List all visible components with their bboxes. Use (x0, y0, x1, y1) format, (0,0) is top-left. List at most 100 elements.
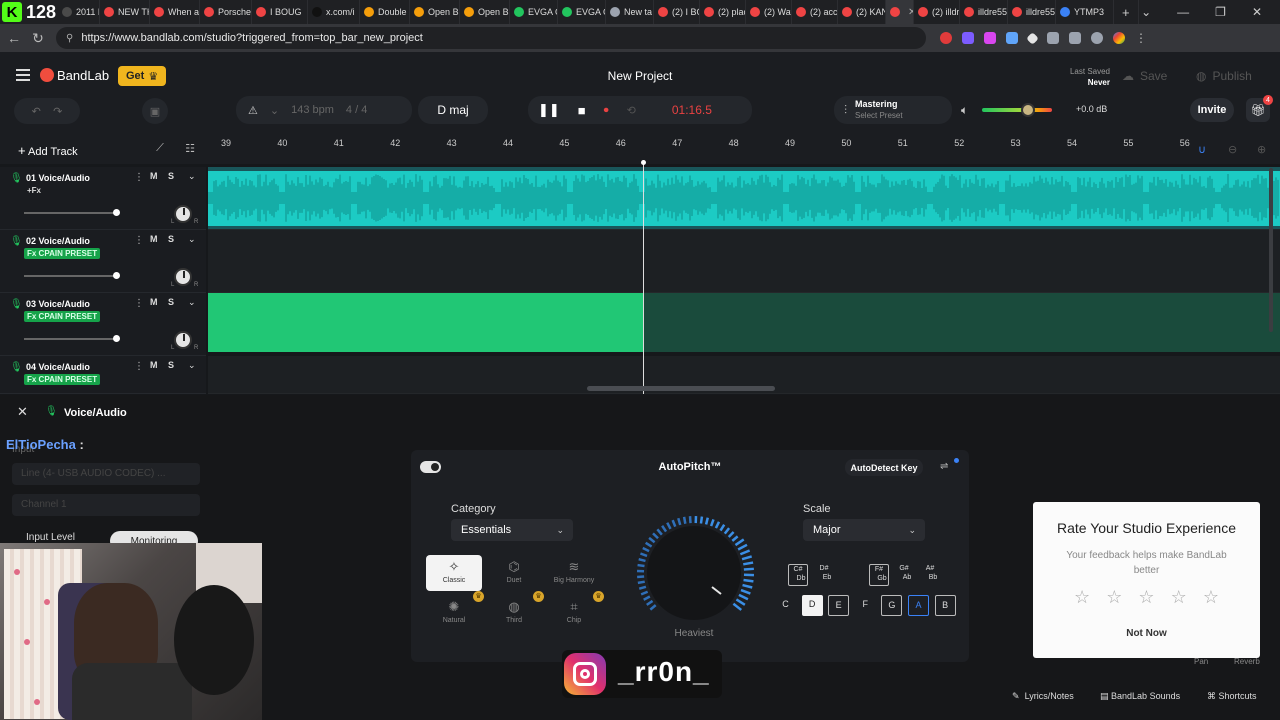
snap-magnet-icon[interactable]: ∪ (1198, 143, 1206, 156)
browser-tab[interactable]: (2) illdr (914, 0, 961, 24)
track-header[interactable]: 🎙︎ 01 Voice/Audio ⋮ M S ⌄ +Fx L R (0, 167, 206, 230)
time-signature-field[interactable]: 4 / 4 (346, 104, 367, 116)
note-key[interactable]: F (855, 595, 876, 616)
reload-icon[interactable]: ↻ (26, 30, 50, 47)
scale-select[interactable]: Major ⌄ (803, 519, 925, 541)
extension-icon[interactable] (962, 32, 974, 44)
accidental-key[interactable]: D# Eb (814, 564, 834, 586)
chevron-down-icon[interactable]: ⌄ (188, 171, 196, 182)
track-name[interactable]: 01 Voice/Audio (26, 173, 90, 183)
note-key[interactable]: A (908, 595, 929, 616)
browser-tab[interactable]: Open B (460, 0, 511, 24)
close-window-icon[interactable]: ✕ (1252, 5, 1262, 19)
minimize-icon[interactable]: — (1177, 5, 1189, 19)
shortcuts-button[interactable]: ⌘ Shortcuts (1207, 691, 1257, 702)
invite-button[interactable]: Invite (1190, 98, 1234, 122)
bandlab-sounds-button[interactable]: ▤ BandLab Sounds (1100, 691, 1180, 702)
category-select[interactable]: Essentials ⌄ (451, 519, 573, 541)
bpm-field[interactable]: 143 bpm (291, 104, 334, 116)
star-icon[interactable]: ☆ (1171, 587, 1187, 608)
settings-sliders-icon[interactable]: ⇌ (940, 461, 948, 472)
mute-button[interactable]: M (150, 234, 162, 244)
note-key[interactable]: E (828, 595, 850, 616)
key-selector[interactable]: D maj (418, 96, 488, 124)
browser-tab[interactable]: When a (150, 0, 201, 24)
grid-button[interactable]: ▣ (142, 98, 168, 124)
tab-search-icon[interactable]: ⌄ (1141, 5, 1151, 19)
accidental-key[interactable]: F# Gb (869, 564, 889, 586)
browser-tab[interactable]: Double (360, 0, 411, 24)
track-header[interactable]: 🎙︎ 03 Voice/Audio ⋮ M S ⌄ Fx CPAIN PRESET L R (0, 293, 206, 356)
more-options-icon[interactable]: ⋮ (134, 361, 144, 372)
chevron-down-icon[interactable]: ⌄ (188, 234, 196, 245)
extension-icon[interactable] (984, 32, 996, 44)
autodetect-key-button[interactable]: AutoDetect Key (845, 459, 923, 476)
playhead[interactable] (643, 162, 644, 394)
star-icon[interactable]: ☆ (1074, 587, 1090, 608)
url-field[interactable]: ⚲ https://www.bandlab.com/studio?trigger… (56, 27, 926, 49)
vertical-scrollbar[interactable] (1269, 168, 1273, 332)
extension-icon[interactable] (940, 32, 952, 44)
browser-tab[interactable]: (2) KAN (838, 0, 887, 24)
browser-tab[interactable]: x.com/i (308, 0, 361, 24)
browser-tab[interactable]: EVGA G (510, 0, 559, 24)
publish-button[interactable]: ◍ Publish (1196, 66, 1252, 86)
accidental-key[interactable]: G# Ab (894, 564, 914, 586)
track-lane-2[interactable] (208, 230, 1280, 293)
mute-button[interactable]: M (150, 297, 162, 307)
track-header[interactable]: 🎙︎ 04 Voice/Audio ⋮ M S ⌄ Fx CPAIN PRESET (0, 356, 206, 394)
extension-icon[interactable] (1047, 32, 1059, 44)
solo-button[interactable]: S (168, 360, 180, 370)
mute-button[interactable]: M (150, 360, 162, 370)
pan-knob[interactable] (174, 205, 192, 223)
volume-handle[interactable] (113, 335, 121, 342)
star-icon[interactable]: ☆ (1203, 587, 1219, 608)
browser-tab[interactable]: (2) Way (746, 0, 793, 24)
note-key[interactable]: C (775, 595, 796, 616)
browser-tab[interactable]: EVGA G (558, 0, 607, 24)
fx-badge[interactable]: Fx CPAIN PRESET (24, 311, 101, 322)
timeline-ruler[interactable] (208, 138, 1280, 164)
playhead-handle[interactable] (641, 160, 646, 165)
browser-tab[interactable]: ✕ (886, 0, 915, 24)
solo-button[interactable]: S (168, 297, 180, 307)
mixer-icon[interactable]: ☷ (180, 142, 200, 160)
solo-button[interactable]: S (168, 234, 180, 244)
more-options-icon[interactable]: ⋮ (134, 298, 144, 309)
volume-handle[interactable] (113, 272, 121, 279)
solo-button[interactable]: S (168, 171, 180, 181)
fx-badge[interactable]: +Fx (24, 185, 44, 196)
track-header[interactable]: 🎙︎ 02 Voice/Audio ⋮ M S ⌄ Fx CPAIN PRESET L R (0, 230, 206, 293)
accidental-key[interactable]: C# Db (788, 564, 808, 586)
strength-dial[interactable] (632, 511, 756, 635)
speaker-icon[interactable]: 🔈︎ (961, 103, 968, 118)
browser-tab[interactable]: illdre55 (1008, 0, 1057, 24)
star-icon[interactable]: ☆ (1106, 587, 1122, 608)
note-key[interactable]: D (801, 595, 823, 616)
preset-button[interactable]: ✺ Natural (426, 595, 482, 631)
note-key[interactable]: B (934, 595, 956, 616)
chevron-down-icon[interactable]: ⌄ (188, 360, 196, 371)
preset-button[interactable]: ≋ Big Harmony (546, 555, 602, 591)
add-track-button[interactable]: + Add Track (18, 143, 78, 158)
master-volume-slider[interactable] (982, 108, 1052, 112)
mastering-button[interactable]: ⫶ Mastering Select Preset (834, 96, 952, 124)
pause-icon[interactable]: ❚❚ (538, 102, 560, 118)
browser-tab[interactable]: NEW TH (100, 0, 151, 24)
audio-clip-3[interactable] (208, 293, 644, 352)
note-key[interactable]: G (881, 595, 903, 616)
track-volume-slider[interactable] (24, 335, 121, 342)
preset-button[interactable]: ◍ Third (486, 595, 542, 631)
browser-tab[interactable]: YTMP3 (1056, 0, 1115, 24)
fx-badge[interactable]: Fx CPAIN PRESET (24, 374, 101, 385)
browser-tab[interactable]: I BOUG (252, 0, 309, 24)
browser-tab[interactable]: (2) I BO (654, 0, 701, 24)
bookmarks-icon[interactable] (1069, 32, 1081, 44)
volume-handle[interactable] (113, 209, 121, 216)
metronome-icon[interactable]: ⚠ (248, 104, 258, 117)
track-name[interactable]: 02 Voice/Audio (26, 236, 90, 246)
record-icon[interactable]: ⏺ (604, 105, 609, 116)
input-device-select[interactable]: Line (4- USB AUDIO CODEC) ... (12, 463, 200, 485)
preset-button[interactable]: ✧ Classic (426, 555, 482, 591)
site-info-icon[interactable]: ⚲ (66, 33, 73, 44)
